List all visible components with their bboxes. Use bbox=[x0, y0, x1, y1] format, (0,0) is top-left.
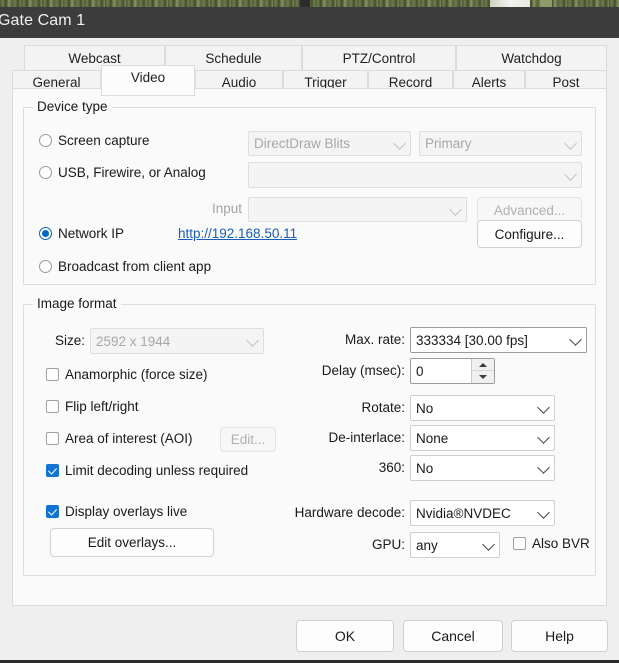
checkbox-label: Also BVR bbox=[532, 536, 590, 551]
checkbox-label: Area of interest (AOI) bbox=[65, 431, 193, 446]
spinner-buttons bbox=[471, 359, 494, 383]
spinner-value: 0 bbox=[416, 363, 424, 379]
camera-properties-dialog: Webcast Schedule PTZ/Control Watchdog Ge… bbox=[0, 38, 619, 660]
usb-input-label: Input bbox=[211, 201, 242, 216]
sliver-green-band bbox=[540, 0, 552, 7]
checkbox-mark bbox=[46, 400, 59, 413]
usb-device-dropdown[interactable] bbox=[248, 162, 582, 188]
button-label: Edit overlays... bbox=[87, 535, 177, 550]
dropdown-value: 333334 [30.00 fps] bbox=[416, 332, 528, 348]
radio-mark bbox=[39, 134, 52, 147]
dialog-footer: OK Cancel Help bbox=[0, 606, 619, 660]
checkbox-label: Display overlays live bbox=[65, 504, 188, 519]
chevron-down-icon bbox=[537, 461, 550, 474]
window-title: Gate Cam 1 bbox=[0, 12, 86, 29]
checkbox-mark bbox=[46, 464, 59, 477]
dropdown-value: Primary bbox=[425, 136, 472, 151]
hardware-decode-dropdown[interactable]: Nvidia®NVDEC bbox=[410, 500, 555, 526]
rotate-dropdown[interactable]: No bbox=[410, 395, 555, 421]
gpu-dropdown[interactable]: any bbox=[410, 532, 500, 558]
size-dropdown[interactable]: 2592 x 1944 bbox=[90, 328, 264, 354]
button-label: Advanced... bbox=[493, 202, 566, 218]
ok-button[interactable]: OK bbox=[296, 620, 394, 652]
radio-mark bbox=[39, 166, 52, 179]
button-label: Cancel bbox=[431, 628, 475, 644]
checkbox-mark bbox=[46, 505, 59, 518]
cancel-button[interactable]: Cancel bbox=[403, 620, 503, 652]
delay-label: Delay (msec): bbox=[321, 363, 405, 378]
screen-capture-monitor-dropdown[interactable]: Primary bbox=[419, 131, 582, 156]
checkbox-label: Limit decoding unless required bbox=[65, 463, 249, 478]
chevron-down-icon bbox=[449, 202, 462, 216]
tab-watchdog[interactable]: Watchdog bbox=[456, 45, 607, 71]
button-label: OK bbox=[334, 628, 356, 644]
sliver-bright-band bbox=[490, 0, 530, 7]
radio-label: Broadcast from client app bbox=[58, 259, 212, 274]
size-label: Size: bbox=[54, 333, 85, 348]
chevron-down-icon bbox=[393, 136, 406, 150]
chevron-down-icon bbox=[537, 401, 550, 414]
chevron-down-icon bbox=[537, 431, 550, 444]
network-ip-url-link[interactable]: http://192.168.50.11 bbox=[178, 226, 297, 241]
tab-video[interactable]: Video bbox=[101, 65, 195, 96]
button-label: Configure... bbox=[494, 226, 565, 242]
dropdown-value: DirectDraw Blits bbox=[254, 136, 351, 151]
gpu-label: GPU: bbox=[371, 537, 405, 552]
window-titlebar: Gate Cam 1 bbox=[0, 7, 619, 38]
device-type-group: Device type Screen capture DirectDraw Bl… bbox=[23, 99, 596, 285]
help-button[interactable]: Help bbox=[511, 620, 608, 652]
checkbox-mark bbox=[46, 432, 59, 445]
dropdown-value: Nvidia®NVDEC bbox=[416, 505, 511, 521]
threesixty-label: 360: bbox=[378, 460, 405, 475]
chevron-down-icon bbox=[564, 136, 577, 150]
hardware-decode-label: Hardware decode: bbox=[294, 505, 405, 520]
spinner-down-icon[interactable] bbox=[472, 371, 494, 383]
dropdown-value: No bbox=[416, 460, 434, 476]
spinner-up-icon[interactable] bbox=[472, 359, 494, 371]
dropdown-value bbox=[254, 198, 444, 221]
max-rate-label: Max. rate: bbox=[344, 332, 405, 347]
checkbox-mark bbox=[46, 368, 59, 381]
checkbox-label: Anamorphic (force size) bbox=[65, 367, 208, 382]
rotate-label: Rotate: bbox=[361, 400, 405, 415]
device-type-legend: Device type bbox=[33, 99, 112, 114]
deinterlace-dropdown[interactable]: None bbox=[410, 425, 555, 451]
network-ip-configure-button[interactable]: Configure... bbox=[477, 220, 582, 248]
dropdown-value: 2592 x 1944 bbox=[96, 333, 171, 349]
radio-label: USB, Firewire, or Analog bbox=[58, 165, 206, 180]
checkbox-mark bbox=[513, 537, 526, 550]
radio-mark bbox=[39, 260, 52, 273]
dropdown-value: No bbox=[416, 400, 434, 416]
radio-label: Screen capture bbox=[58, 133, 150, 148]
dropdown-value: any bbox=[416, 537, 438, 553]
threesixty-dropdown[interactable]: No bbox=[410, 455, 555, 481]
chevron-down-icon bbox=[246, 334, 259, 347]
video-tab-panel: Device type Screen capture DirectDraw Bl… bbox=[12, 88, 607, 606]
sliver-dark-band bbox=[300, 0, 310, 7]
camera-preview-sliver bbox=[0, 0, 619, 7]
button-label: Edit... bbox=[230, 432, 266, 447]
button-label: Help bbox=[545, 628, 574, 644]
chevron-down-icon bbox=[482, 538, 495, 551]
screen-capture-method-dropdown[interactable]: DirectDraw Blits bbox=[248, 131, 411, 156]
delay-spinner[interactable]: 0 bbox=[410, 358, 495, 384]
chevron-down-icon bbox=[564, 168, 577, 181]
dropdown-value: None bbox=[416, 430, 449, 446]
max-rate-dropdown[interactable]: 333334 [30.00 fps] bbox=[410, 327, 587, 353]
dropdown-value bbox=[254, 163, 559, 187]
chevron-down-icon bbox=[537, 506, 550, 519]
image-format-group: Image format Size: 2592 x 1944 Anamorphi… bbox=[23, 296, 596, 576]
image-format-legend: Image format bbox=[33, 296, 121, 311]
edit-overlays-button[interactable]: Edit overlays... bbox=[50, 528, 214, 557]
chevron-down-icon bbox=[569, 333, 582, 346]
usb-input-dropdown[interactable] bbox=[248, 197, 467, 222]
tab-ptz-control[interactable]: PTZ/Control bbox=[302, 45, 456, 71]
tab-strip: Webcast Schedule PTZ/Control Watchdog Ge… bbox=[12, 45, 607, 96]
checkbox-label: Flip left/right bbox=[65, 399, 139, 414]
deinterlace-label: De-interlace: bbox=[328, 430, 405, 445]
radio-label: Network IP bbox=[58, 226, 125, 241]
radio-mark bbox=[39, 227, 52, 240]
